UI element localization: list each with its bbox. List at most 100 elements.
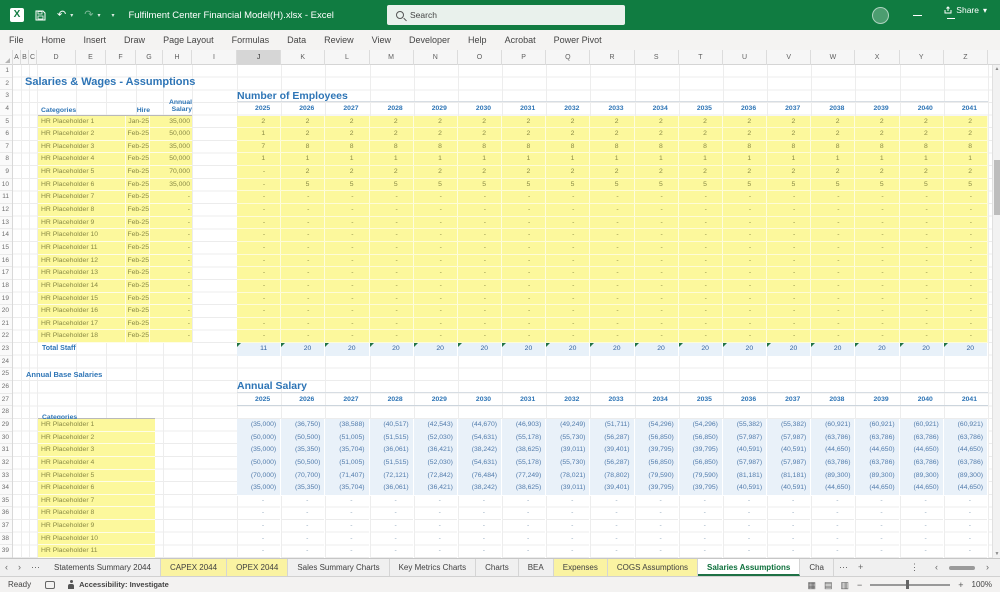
cell-annual-salary[interactable]: - <box>150 217 192 229</box>
cell-employee-count[interactable]: - <box>325 217 369 229</box>
horizontal-scroll-thumb[interactable] <box>949 566 975 570</box>
cell-annual-salary-value[interactable]: - <box>502 545 546 558</box>
cell-employee-count[interactable]: - <box>325 191 369 203</box>
cell-annual-salary-value[interactable]: - <box>502 520 546 533</box>
year-header[interactable]: 2041 <box>944 103 988 116</box>
cell-annual-salary-value[interactable]: (40,591) <box>723 444 767 458</box>
cell-employee-count[interactable]: - <box>811 204 855 216</box>
cell-employee-count[interactable]: 2 <box>546 166 590 178</box>
cell-annual-salary-value[interactable]: (50,000) <box>237 432 281 446</box>
cell-annual-salary-value[interactable]: (38,242) <box>458 482 502 496</box>
cell-employee-count[interactable]: - <box>855 318 899 330</box>
cell-employee-count[interactable]: - <box>237 204 281 216</box>
cell-annual-salary-value[interactable]: (44,650) <box>944 444 988 458</box>
cell-annual-salary-value[interactable]: (89,300) <box>855 470 899 484</box>
cell-annual-salary-value[interactable]: - <box>370 545 414 558</box>
cell-annual-salary-value[interactable]: (44,670) <box>458 419 502 433</box>
cell-annual-salary-value[interactable]: (39,011) <box>546 482 590 496</box>
cell-annual-salary-value[interactable]: (42,543) <box>414 419 458 433</box>
cell-category[interactable]: HR Placeholder 18 <box>38 330 126 342</box>
cell-employee-count[interactable]: - <box>237 179 281 191</box>
column-header-E[interactable]: E <box>76 50 106 65</box>
cell-annual-salary-value[interactable]: - <box>458 545 502 558</box>
account-avatar[interactable] <box>872 7 889 24</box>
cell-total-staff[interactable]: 20 <box>855 343 899 356</box>
cell-annual-salary-value[interactable]: - <box>635 520 679 533</box>
cell-employee-count[interactable]: - <box>325 267 369 279</box>
year-header[interactable]: 2032 <box>546 103 590 116</box>
cell-hire-date[interactable]: Feb-25 <box>126 153 150 165</box>
cell-employee-count[interactable]: - <box>502 229 546 241</box>
header-annual-salary[interactable]: Annual Salary <box>150 99 192 114</box>
cell-annual-salary-value[interactable]: - <box>546 533 590 546</box>
ribbon-tab-file[interactable]: File <box>0 30 33 50</box>
excel-app-icon[interactable]: X <box>10 8 24 22</box>
zoom-slider[interactable] <box>870 584 950 586</box>
cell-employee-count[interactable]: 1 <box>325 153 369 165</box>
cell-employee-count[interactable]: - <box>502 204 546 216</box>
cell-annual-salary-value[interactable]: - <box>237 520 281 533</box>
cell-employee-count[interactable]: - <box>811 242 855 254</box>
cell-annual-salary-value[interactable]: - <box>855 533 899 546</box>
cell-employee-count[interactable]: - <box>414 305 458 317</box>
cell-category[interactable]: HR Placeholder 9 <box>38 520 155 533</box>
accessibility-status[interactable]: Accessibility: Investigate <box>67 580 169 589</box>
cell-employee-count[interactable]: 2 <box>414 128 458 140</box>
macro-record-icon[interactable] <box>45 581 55 589</box>
ribbon-tab-acrobat[interactable]: Acrobat <box>496 30 545 50</box>
cell-employee-count[interactable]: - <box>414 318 458 330</box>
cell-employee-count[interactable]: 2 <box>855 116 899 128</box>
cell-employee-count[interactable]: 8 <box>944 141 988 153</box>
cell-employee-count[interactable]: 1 <box>944 153 988 165</box>
cell-total-staff[interactable]: 20 <box>944 343 988 356</box>
cell-employee-count[interactable]: - <box>900 242 944 254</box>
column-header-R[interactable]: R <box>590 50 634 65</box>
row-header-12[interactable]: 12 <box>0 204 12 217</box>
sheet-tab-sales-summary-charts[interactable]: Sales Summary Charts <box>288 559 389 576</box>
cell-employee-count[interactable]: - <box>635 242 679 254</box>
cell-total-staff[interactable]: 20 <box>679 343 723 356</box>
row-header-14[interactable]: 14 <box>0 229 12 242</box>
page-break-view-icon[interactable]: ▥ <box>840 577 849 592</box>
cell-annual-salary-value[interactable]: (60,921) <box>944 419 988 433</box>
cell-employee-count[interactable]: - <box>723 242 767 254</box>
cell-annual-salary[interactable]: - <box>150 191 192 203</box>
cell-employee-count[interactable]: 8 <box>458 141 502 153</box>
cell-employee-count[interactable]: - <box>944 217 988 229</box>
cell-employee-count[interactable]: - <box>370 255 414 267</box>
row-header-2[interactable]: 2 <box>0 78 12 91</box>
cell-total-staff[interactable]: 20 <box>900 343 944 356</box>
cell-employee-count[interactable]: - <box>237 305 281 317</box>
year-header[interactable]: 2035 <box>679 103 723 116</box>
cell-total-staff[interactable]: 20 <box>811 343 855 356</box>
cell-employee-count[interactable]: - <box>944 229 988 241</box>
cell-hire-date[interactable]: Feb-25 <box>126 229 150 241</box>
cell-annual-salary-value[interactable]: (63,786) <box>900 457 944 471</box>
row-header-36[interactable]: 36 <box>0 507 12 520</box>
cell-employee-count[interactable]: - <box>281 229 325 241</box>
cell-annual-salary-value[interactable]: - <box>679 520 723 533</box>
assumptions-table[interactable]: HR Placeholder 1Jan-2535,000HR Placehold… <box>38 116 192 344</box>
cell-annual-salary[interactable]: - <box>150 318 192 330</box>
sheet-tab-cogs-assumptions[interactable]: COGS Assumptions <box>608 559 698 576</box>
cell-annual-salary-value[interactable]: - <box>502 495 546 508</box>
cell-employee-count[interactable]: - <box>723 229 767 241</box>
cell-annual-salary-value[interactable]: (63,786) <box>944 432 988 446</box>
cell-annual-salary-value[interactable]: - <box>281 495 325 508</box>
cell-employee-count[interactable]: - <box>414 280 458 292</box>
cell-employee-count[interactable]: - <box>811 305 855 317</box>
cell-employee-count[interactable]: - <box>237 255 281 267</box>
cell-employee-count[interactable]: - <box>458 229 502 241</box>
cell-annual-salary-value[interactable]: - <box>767 507 811 520</box>
cell-annual-salary-value[interactable]: (35,000) <box>237 444 281 458</box>
cell-employee-count[interactable]: - <box>679 229 723 241</box>
cell-employee-count[interactable]: - <box>325 330 369 342</box>
year-header[interactable]: 2028 <box>370 103 414 116</box>
cell-employee-count[interactable]: 1 <box>546 153 590 165</box>
cell-employee-count[interactable]: - <box>811 217 855 229</box>
cell-hire-date[interactable]: Feb-25 <box>126 128 150 140</box>
cell-employee-count[interactable]: - <box>900 280 944 292</box>
cell-annual-salary-value[interactable]: (38,625) <box>502 444 546 458</box>
row-header-33[interactable]: 33 <box>0 470 12 483</box>
cell-employee-count[interactable]: 2 <box>635 166 679 178</box>
